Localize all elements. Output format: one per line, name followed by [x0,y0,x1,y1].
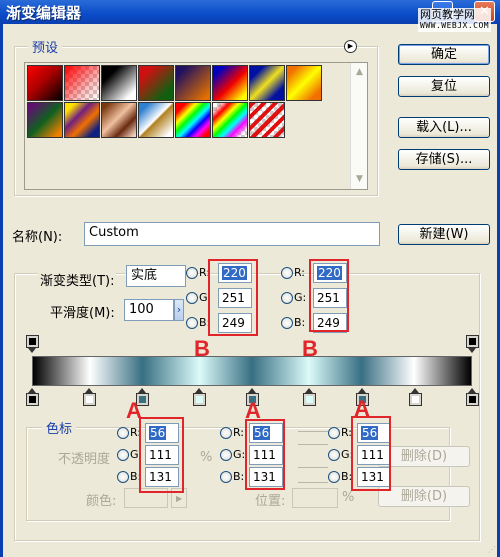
radio-g[interactable] [186,292,198,304]
gradient-preview-bar[interactable] [32,356,472,386]
gradient-type-label: 渐变类型(T): [38,270,117,289]
position-percent: % [342,490,355,505]
color-stop[interactable] [83,388,97,406]
divider [298,482,328,483]
presets-label: 预设 [28,37,63,56]
channel-label-g: G: [233,448,246,461]
preset-swatch-foreground-to-transparent[interactable] [64,65,100,101]
annotation-highlight-box [309,259,349,332]
scroll-up-icon[interactable]: ▲ [352,65,367,80]
radio-r[interactable] [328,427,340,439]
preset-swatch-chrome[interactable] [138,102,174,138]
preset-swatch-copper[interactable] [101,102,137,138]
preset-swatch-transparent-stripes[interactable] [249,102,285,138]
color-stop[interactable] [26,388,39,406]
opacity-stop[interactable] [466,335,479,353]
radio-r[interactable] [220,427,232,439]
radio-b[interactable] [220,471,232,483]
preset-swatch-red-green[interactable] [138,65,174,101]
radio-g[interactable] [281,292,293,304]
chevron-right-icon: › [176,303,182,316]
radio-g[interactable] [328,449,340,461]
annotation-highlight-box [139,417,184,493]
name-label: 名称(N): [12,230,63,245]
radio-g[interactable] [117,449,129,461]
play-arrow-icon: ▶ [347,42,354,50]
load-button[interactable]: 载入(L)... [398,117,490,138]
color-stop[interactable] [466,388,479,406]
preset-swatch-violet-orange[interactable] [175,65,211,101]
divider [298,431,328,432]
smoothness-unit-button[interactable]: › [174,299,184,321]
channel-label-b: B: [233,470,245,483]
radio-b[interactable] [186,317,198,329]
position-input[interactable] [292,488,338,508]
annotation-letter-a: A [126,398,142,423]
gradient-type-select[interactable]: 实底 [126,265,186,287]
delete-color-button[interactable]: 删除(D) [378,486,470,507]
ok-button[interactable]: 确定 [398,44,490,65]
channel-label-b: B: [294,316,306,329]
scroll-down-icon[interactable]: ▼ [352,172,367,187]
preset-swatch-yellow-violet-orange-blue[interactable] [64,102,100,138]
preset-swatch-orange-yellow-orange[interactable] [286,65,322,101]
radio-r[interactable] [281,267,293,279]
color-stop[interactable] [408,388,422,406]
save-button[interactable]: 存储(S)... [398,149,490,170]
annotation-letter-a: A [354,396,370,421]
annotation-letter-a: A [245,398,261,423]
annotation-highlight-box [208,259,258,336]
presets-grid: ▲ ▼ [24,62,368,190]
divider [298,467,328,468]
radio-r[interactable] [186,267,198,279]
opacity-percent: % [200,450,213,465]
window-title: 渐变编辑器 [6,4,82,22]
new-button[interactable]: 新建(W) [398,224,490,245]
color-stop[interactable] [303,388,317,406]
radio-r[interactable] [117,427,129,439]
delete-opacity-button[interactable]: 删除(D) [378,446,470,467]
channel-label-g: G: [294,291,307,304]
preset-swatch-black-white[interactable] [101,65,137,101]
opacity-stop[interactable] [26,335,39,353]
preset-swatch-blue-red-yellow[interactable] [212,65,248,101]
channel-label-r: R: [294,266,306,279]
resize-grip-icon[interactable]: ⋰ [488,545,496,554]
annotation-highlight-box [351,416,391,491]
position-label: 位置: [255,494,286,509]
radio-g[interactable] [220,449,232,461]
title-bar: 渐变编辑器 ✕ 网页教学网 WWW.WEBJX.COM [0,0,500,32]
presets-scrollbar[interactable]: ▲ ▼ [350,63,367,189]
smoothness-label: 平滑度(M): [50,306,115,321]
opacity-label: 不透明度 [58,452,111,467]
radio-b[interactable] [328,471,340,483]
color-stop[interactable] [193,388,207,406]
reset-button[interactable]: 复位 [398,76,490,97]
name-input[interactable]: Custom [84,222,380,246]
preset-swatch-foreground-to-background[interactable] [27,65,63,101]
preset-swatch-blue-yellow-blue[interactable] [249,65,285,101]
preset-swatch-violet-green-orange[interactable] [27,102,63,138]
channel-label-r: R: [233,426,245,439]
radio-b[interactable] [281,317,293,329]
color-label: 颜色: [86,494,117,509]
preset-swatch-transparent-rainbow[interactable] [212,102,248,138]
stops-group-label: 色标 [42,418,77,437]
annotation-highlight-box [245,419,285,490]
divider [298,444,328,445]
radio-b[interactable] [117,471,129,483]
preset-swatch-spectrum[interactable] [175,102,211,138]
presets-menu-button[interactable]: ▶ [344,40,357,53]
smoothness-input[interactable]: 100 [124,299,174,321]
